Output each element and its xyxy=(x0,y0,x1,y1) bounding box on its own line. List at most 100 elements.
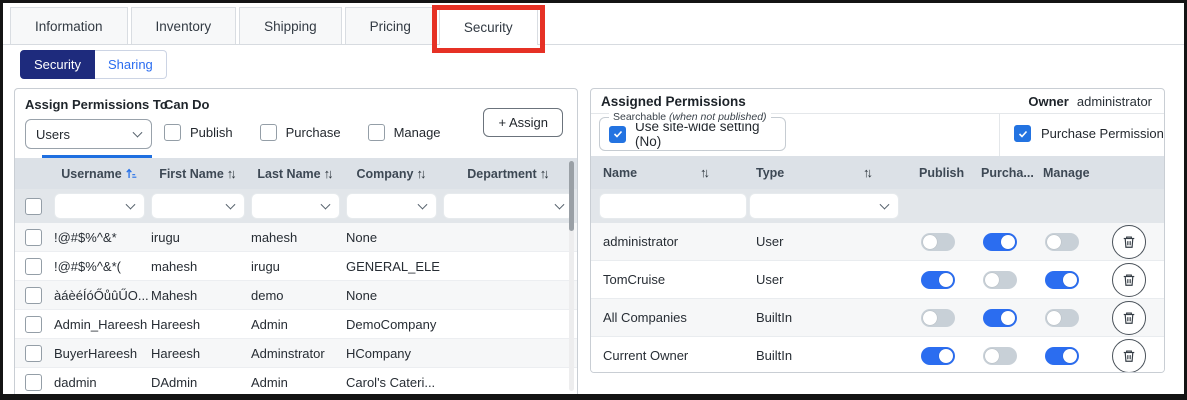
name-cell: TomCruise xyxy=(591,272,744,287)
purchase-toggle[interactable] xyxy=(983,271,1017,289)
row-checkbox[interactable] xyxy=(25,316,42,333)
last-name-cell: Adminstrator xyxy=(248,346,343,361)
site-wide-setting-checkbox[interactable] xyxy=(609,126,626,143)
first-name-filter-select[interactable] xyxy=(151,193,245,219)
users-table-header: Username First Name↑↓ Last Name↑↓ Compan… xyxy=(15,158,577,189)
row-checkbox[interactable] xyxy=(25,374,42,391)
type-cell: BuiltIn xyxy=(744,310,907,325)
delete-permission-button[interactable] xyxy=(1112,225,1146,259)
type-filter-select[interactable] xyxy=(749,193,899,219)
column-department[interactable]: Department↑↓ xyxy=(440,158,577,189)
last-name-cell: mahesh xyxy=(248,230,343,245)
sort-icon: ↑↓ xyxy=(416,166,426,181)
column-username[interactable]: Username xyxy=(51,158,148,189)
manage-toggle[interactable] xyxy=(1045,271,1079,289)
assign-button[interactable]: + Assign xyxy=(483,108,563,137)
name-cell: administrator xyxy=(591,234,744,249)
purchase-toggle[interactable] xyxy=(983,347,1017,365)
tab-security-label: Security xyxy=(464,20,513,35)
scrollbar-thumb[interactable] xyxy=(569,161,574,231)
sort-ascending-icon xyxy=(125,167,138,180)
delete-permission-button[interactable] xyxy=(1112,339,1146,373)
assign-permissions-header: Assign Permissions To Users Can Do Publi… xyxy=(15,89,577,158)
trash-icon xyxy=(1122,311,1136,325)
sort-icon: ↑↓ xyxy=(227,166,237,181)
subtab-security[interactable]: Security xyxy=(20,50,95,79)
publish-checkbox[interactable] xyxy=(164,124,181,141)
tab-inventory[interactable]: Inventory xyxy=(131,7,237,44)
row-checkbox[interactable] xyxy=(25,229,42,246)
publish-toggle[interactable] xyxy=(921,347,955,365)
manage-toggle[interactable] xyxy=(1045,347,1079,365)
column-company[interactable]: Company↑↓ xyxy=(343,158,440,189)
table-row[interactable]: àáèéÍóŐůûŰO... Mahesh demo None xyxy=(15,281,577,310)
row-checkbox[interactable] xyxy=(25,258,42,275)
assign-permissions-to-label: Assign Permissions To xyxy=(25,97,168,112)
tab-security[interactable]: Security xyxy=(439,7,538,45)
purchase-checkbox[interactable] xyxy=(260,124,277,141)
department-filter-select[interactable] xyxy=(443,193,574,219)
manage-checkbox[interactable] xyxy=(368,124,385,141)
column-name[interactable]: Name↑↓ xyxy=(591,156,744,189)
chevron-down-icon xyxy=(321,200,331,210)
publish-toggle[interactable] xyxy=(921,309,955,327)
publish-toggle[interactable] xyxy=(921,233,955,251)
sort-icon: ↑↓ xyxy=(863,165,873,180)
column-last-name[interactable]: Last Name↑↓ xyxy=(248,158,343,189)
table-row[interactable]: !@#$%^&*( mahesh irugu GENERAL_ELE... xyxy=(15,252,577,281)
searchable-fieldset: Searchable (when not published) Use site… xyxy=(599,117,786,151)
company-cell: Carol's Cateri... xyxy=(343,375,440,390)
last-name-cell: Admin xyxy=(248,317,343,332)
column-purchase: Purcha... xyxy=(969,156,1031,189)
name-filter-input[interactable] xyxy=(599,193,747,219)
row-checkbox[interactable] xyxy=(25,345,42,362)
site-wide-setting-label: Use site-wide setting (No) xyxy=(635,119,785,149)
permissions-table-body: administrator User TomCruise User All Co… xyxy=(591,223,1164,372)
manage-toggle[interactable] xyxy=(1045,309,1079,327)
purchase-toggle[interactable] xyxy=(983,309,1017,327)
last-name-cell: irugu xyxy=(248,259,343,274)
first-name-cell: Hareesh xyxy=(148,346,248,361)
first-name-cell: Hareesh xyxy=(148,317,248,332)
first-name-cell: Mahesh xyxy=(148,288,248,303)
tab-information[interactable]: Information xyxy=(10,7,128,44)
last-name-filter-select[interactable] xyxy=(251,193,340,219)
chevron-down-icon xyxy=(555,200,565,210)
username-filter-select[interactable] xyxy=(54,193,145,219)
column-first-name[interactable]: First Name↑↓ xyxy=(148,158,248,189)
table-row: Current Owner BuiltIn xyxy=(591,337,1164,373)
column-type[interactable]: Type↑↓ xyxy=(744,156,907,189)
company-cell: DemoCompany xyxy=(343,317,440,332)
tab-shipping[interactable]: Shipping xyxy=(239,7,342,44)
publish-toggle[interactable] xyxy=(921,271,955,289)
toolbar-divider xyxy=(999,114,1000,156)
column-actions xyxy=(1093,156,1164,189)
username-cell: àáèéÍóŐůûŰO... xyxy=(51,288,148,303)
purchase-toggle[interactable] xyxy=(983,233,1017,251)
purchase-permission-checkbox[interactable] xyxy=(1014,125,1031,142)
company-filter-select[interactable] xyxy=(346,193,437,219)
trash-icon xyxy=(1122,235,1136,249)
delete-permission-button[interactable] xyxy=(1112,301,1146,335)
first-name-cell: mahesh xyxy=(148,259,248,274)
assign-permissions-panel: Assign Permissions To Users Can Do Publi… xyxy=(14,88,578,394)
tab-pricing[interactable]: Pricing xyxy=(345,7,436,44)
subtab-sharing[interactable]: Sharing xyxy=(95,50,167,79)
blue-indicator-bar xyxy=(42,155,152,158)
chevron-down-icon xyxy=(418,200,428,210)
select-all-checkbox[interactable] xyxy=(25,198,42,215)
name-cell: Current Owner xyxy=(591,348,744,363)
manage-toggle[interactable] xyxy=(1045,233,1079,251)
table-row[interactable]: Admin_Hareesh Hareesh Admin DemoCompany xyxy=(15,310,577,339)
assign-to-select[interactable]: Users xyxy=(25,119,152,149)
screenshot-border xyxy=(0,394,1187,400)
row-checkbox[interactable] xyxy=(25,287,42,304)
table-row[interactable]: BuyerHareesh Hareesh Adminstrator HCompa… xyxy=(15,339,577,368)
permissions-toolbar: Searchable (when not published) Use site… xyxy=(591,114,1164,156)
sort-icon: ↑↓ xyxy=(540,166,550,181)
delete-permission-button[interactable] xyxy=(1112,263,1146,297)
last-name-cell: demo xyxy=(248,288,343,303)
can-do-label: Can Do xyxy=(164,97,459,112)
table-row[interactable]: !@#$%^&* irugu mahesh None xyxy=(15,223,577,252)
table-row[interactable]: dadmin DAdmin Admin Carol's Cateri... xyxy=(15,368,577,394)
